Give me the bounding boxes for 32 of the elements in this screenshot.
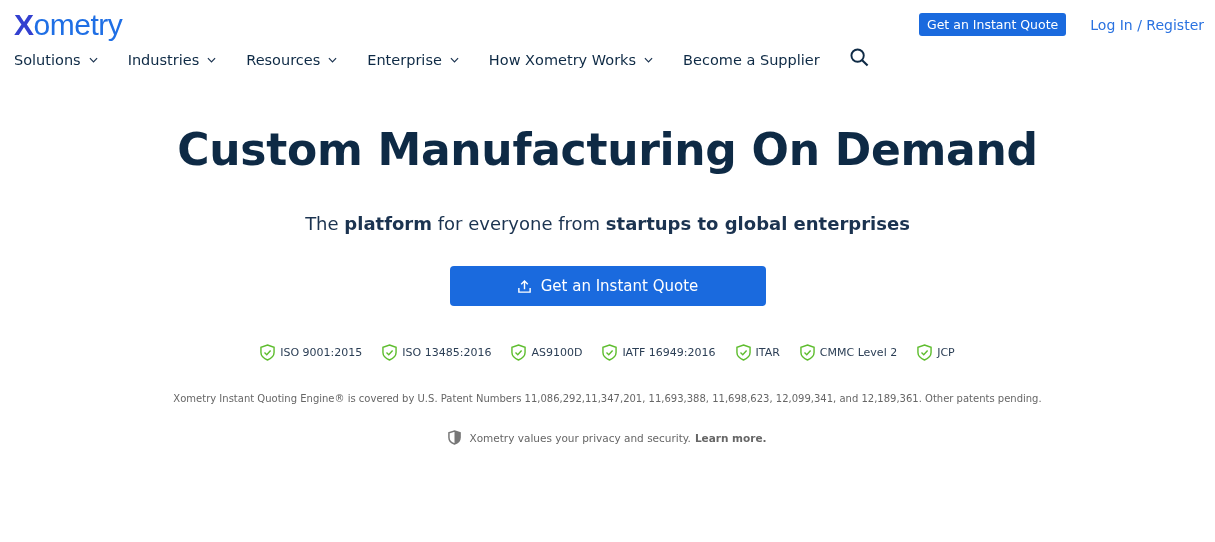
nav-item[interactable]: Industries (127, 52, 217, 68)
nav-item[interactable]: How Xometry Works (488, 52, 654, 68)
learn-more-link[interactable]: Learn more. (694, 431, 767, 444)
shield-check-icon (382, 344, 398, 361)
quote-button[interactable]: Get an Instant Quote (449, 266, 766, 306)
quote-button[interactable]: Get an Instant Quote (919, 13, 1067, 36)
patent-notice: Xometry Instant Quoting Engine® is covered by U.S. Patent Numbers 11,086,292,11,347,201, 11,693,388, 11,698,623, 12,099,341, and 12,189,361. Other patents pending. (173, 393, 1042, 404)
logo[interactable]: Xometry (14, 8, 123, 42)
shield-check-icon (917, 344, 933, 361)
nav-item[interactable]: Resources (246, 52, 338, 68)
upload-icon (516, 278, 532, 294)
privacy-text: Xometry values your privacy and security. (469, 431, 691, 444)
shield-check-icon (735, 344, 751, 361)
shield-check-icon (511, 344, 527, 361)
certification-label: ITAR (755, 346, 780, 359)
certification-label: ISO 13485:2016 (402, 346, 492, 359)
certification-label: AS9100D (531, 346, 583, 359)
certification-label: CMMC Level 2 (819, 346, 898, 359)
shield-check-icon (799, 344, 815, 361)
shield-check-icon (260, 344, 276, 361)
hero-title: Custom Manufacturing On Demand (177, 124, 1038, 175)
shield-icon (448, 430, 462, 445)
login-link[interactable]: Log In / Register (1090, 16, 1204, 33)
nav-item[interactable]: Enterprise (367, 52, 459, 68)
certification-label: JCP (937, 346, 955, 359)
nav-item[interactable]: Solutions (14, 52, 98, 68)
certification-label: ISO 9001:2015 (280, 346, 363, 359)
certification-label: IATF 16949:2016 (622, 346, 716, 359)
shield-check-icon (602, 344, 618, 361)
search-icon[interactable] (849, 47, 869, 67)
hero-subtitle: The platform for everyone from startups to global enterprises (305, 213, 910, 234)
nav-item[interactable]: Become a Supplier (683, 52, 820, 68)
